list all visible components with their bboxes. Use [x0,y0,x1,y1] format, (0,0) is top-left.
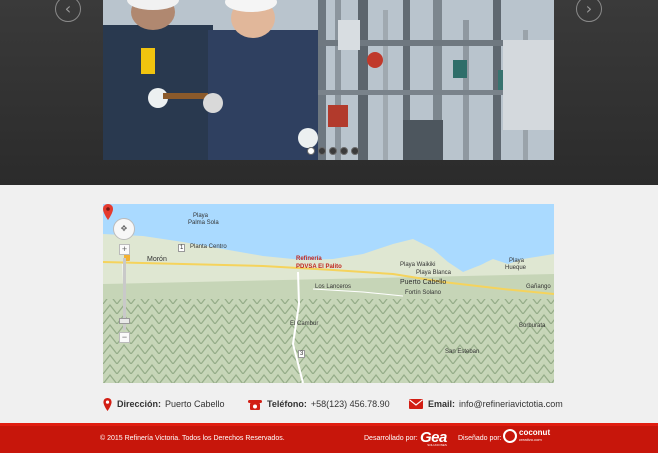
slider-dot[interactable] [318,147,326,155]
map-label: San Esteban [445,349,480,355]
coconut-logo-text: coconut creativo.com [519,429,550,443]
chevron-right-icon: › [585,0,593,18]
zoom-slider-thumb[interactable] [119,318,130,324]
copyright-text: © 2015 Refinería Victoria. Todos los Der… [100,435,285,442]
email-label: Email: [428,399,456,409]
marker-label-line2: PDVSA El Palito [296,264,342,270]
map-label: El Cambur [290,321,319,327]
developed-by-label: Desarrollado por: [364,435,418,442]
contact-address: Dirección: Puerto Cabello [103,396,225,412]
marker-label-line1: Refinería [296,256,322,262]
map-marker-label: Refinería PDVSA El Palito [296,255,342,271]
map-zoom-control: + − [119,244,130,344]
zoom-in-button[interactable]: + [119,244,130,255]
contact-email: Email: info@refineriavictotia.com [409,396,563,412]
map-label: Playa [193,213,209,219]
slide-image [103,0,554,160]
map-label: Puerto Cabello [400,279,447,286]
slider-dot[interactable] [340,147,348,155]
phone-value: +58(123) 456.78.90 [310,399,390,409]
map-marker-icon[interactable] [103,204,113,220]
location-map[interactable]: Playa Palma Sola Planta Centro Morón Pla… [103,204,554,383]
envelope-icon [409,399,423,409]
map-terrain [103,234,554,383]
slider-dot[interactable] [329,147,337,155]
map-label: Los Lanceros [315,284,352,290]
coconut-logo[interactable]: coconut creativo.com [503,429,550,443]
email-link[interactable]: info@refineriavictotia.com [459,399,563,409]
coconut-ring-icon [503,429,517,443]
phone-icon [248,399,262,410]
refinery-workers-photo [103,0,554,160]
map-label: Palma Sola [188,220,219,226]
map-label: Playa Blanca [416,270,452,276]
pan-arrows-icon: ✥ [120,224,128,233]
address-value: Puerto Cabello [165,399,225,409]
chevron-left-icon: ‹ [64,0,72,18]
site-footer: © 2015 Refinería Victoria. Todos los Der… [0,423,658,453]
phone-label: Teléfono: [267,399,307,409]
hero-slider: ‹ › [0,0,658,185]
map-label: Borburata [519,323,546,329]
slider-prev-button[interactable]: ‹ [55,0,81,22]
slider-next-button[interactable]: › [576,0,602,22]
map-label: Playa Waikiki [400,262,436,268]
map-label: Hueque [505,265,527,271]
map-pan-control[interactable]: ✥ [113,218,135,240]
gea-logo[interactable]: Gea SOLUCIONES [420,429,447,447]
map-label: Playa [509,258,525,264]
map-label: Gañango [526,284,551,290]
road-marker: 1 [178,244,186,252]
location-pin-icon [103,397,112,411]
coconut-subtext: creativo.com [519,437,542,442]
slider-dot[interactable] [307,147,315,155]
road-marker: 3 [298,350,306,358]
designed-by-label: Diseñado por: [458,435,502,442]
map-label: Morón [147,256,167,263]
address-label: Dirección: [117,399,162,409]
slider-pagination [307,147,359,155]
map-label: Fortín Solano [405,290,442,296]
contact-phone: Teléfono: +58(123) 456.78.90 [248,396,390,412]
zoom-out-button[interactable]: − [119,332,130,343]
map-label: Planta Centro [190,244,227,250]
slider-dot[interactable] [351,147,359,155]
